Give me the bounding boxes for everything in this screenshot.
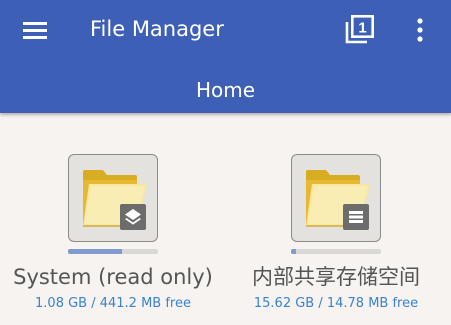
storage-usage-fill [291, 249, 297, 254]
layers-icon [125, 209, 141, 225]
breadcrumb-home[interactable]: Home [0, 74, 451, 106]
storage-space: 15.62 GB / 14.78 MB free [253, 296, 419, 311]
windows-count: 1 [358, 20, 366, 37]
storage-badge [343, 204, 369, 230]
more-vert-icon [417, 18, 423, 42]
storage-usage-fill [68, 249, 122, 254]
storage-name: 内部共享存储空间 [252, 265, 420, 289]
overflow-menu-button[interactable] [407, 14, 433, 46]
windows-button[interactable]: 1 [343, 12, 377, 46]
hamburger-menu-icon [23, 22, 47, 39]
menu-button[interactable] [20, 16, 50, 44]
app-title: File Manager [90, 17, 224, 41]
storage-list-icon [349, 211, 363, 223]
storage-usage-bar [68, 249, 158, 254]
storage-item-internal[interactable]: 内部共享存储空间 15.62 GB / 14.78 MB free [224, 154, 448, 325]
window-list-icon: 1 [345, 15, 374, 44]
app-toolbar: File Manager 1 Home [0, 0, 451, 113]
layers-badge [120, 204, 146, 230]
folder-tile [68, 154, 158, 242]
storage-item-system[interactable]: System (read only) 1.08 GB / 441.2 MB fr… [1, 154, 225, 325]
storage-usage-bar [291, 249, 381, 254]
folder-tile [291, 154, 381, 242]
